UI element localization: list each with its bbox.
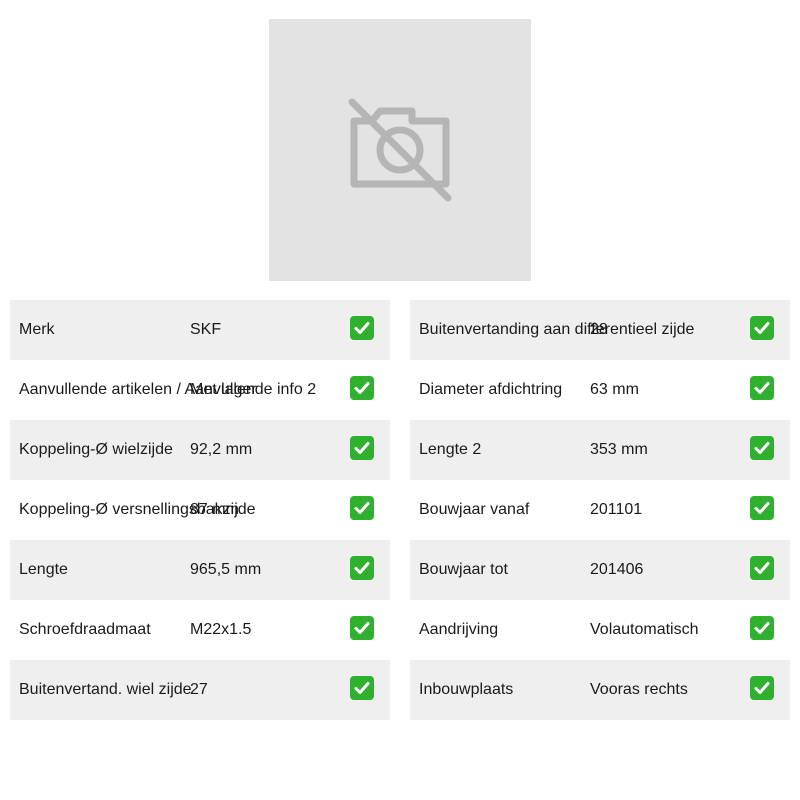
spec-label: Diameter afdichtring — [419, 381, 563, 398]
spec-label: Inbouwplaats — [419, 681, 514, 698]
spec-label: Bouwjaar vanaf — [419, 501, 530, 518]
spec-value: 201101 — [590, 501, 643, 518]
check-icon — [750, 556, 774, 580]
spec-table-left: Merk SKF Aanvullende artikelen / Aanvull… — [10, 300, 390, 720]
check-icon — [350, 616, 374, 640]
check-icon — [750, 376, 774, 400]
product-spec-page: Merk SKF Aanvullende artikelen / Aanvull… — [0, 0, 800, 800]
spec-value: 353 mm — [590, 441, 648, 458]
spec-label: Buitenvertand. wiel zijde — [19, 681, 192, 698]
check-icon — [750, 316, 774, 340]
spec-value: Volautomatisch — [590, 621, 699, 638]
spec-value: Met lager — [190, 381, 257, 398]
spec-row: Buitenvertanding aan differentieel zijde… — [410, 300, 790, 360]
spec-row: Buitenvertand. wiel zijde 27 — [10, 660, 390, 720]
spec-value: 92,2 mm — [190, 441, 253, 458]
spec-row: Koppeling-Ø versnellingsbakzijde 87 mm — [10, 480, 390, 540]
spec-row: Schroefdraadmaat M22x1.5 — [10, 600, 390, 660]
check-icon — [350, 676, 374, 700]
spec-label: Bouwjaar tot — [419, 561, 508, 578]
spec-row: Merk SKF — [10, 300, 390, 360]
spec-row: Lengte 2 353 mm — [410, 420, 790, 480]
spec-value: 965,5 mm — [190, 561, 262, 578]
spec-table-right: Buitenvertanding aan differentieel zijde… — [410, 300, 790, 720]
check-icon — [350, 376, 374, 400]
spec-label: Merk — [19, 321, 55, 338]
spec-row: Inbouwplaats Vooras rechts — [410, 660, 790, 720]
spec-label: Koppeling-Ø wielzijde — [19, 441, 173, 458]
check-icon — [750, 436, 774, 460]
spec-label: Lengte — [19, 561, 68, 578]
spec-row: Bouwjaar vanaf 201101 — [410, 480, 790, 540]
spec-value: 27 — [190, 681, 208, 698]
check-icon — [750, 616, 774, 640]
check-icon — [750, 676, 774, 700]
spec-value: 87 mm — [190, 501, 239, 518]
spec-row: Aanvullende artikelen / Aanvullende info… — [10, 360, 390, 420]
spec-label: Lengte 2 — [419, 441, 482, 458]
check-icon — [350, 496, 374, 520]
check-icon — [750, 496, 774, 520]
spec-row: Lengte 965,5 mm — [10, 540, 390, 600]
spec-label: Aandrijving — [419, 621, 499, 638]
spec-label: Schroefdraadmaat — [19, 621, 151, 638]
no-photo-icon — [348, 98, 452, 202]
spec-row: Aandrijving Volautomatisch — [410, 600, 790, 660]
check-icon — [350, 556, 374, 580]
spec-value: SKF — [190, 321, 222, 338]
spec-label: Aanvullende artikelen / Aanvullende info… — [19, 381, 317, 398]
spec-value: Vooras rechts — [590, 681, 688, 698]
spec-row: Diameter afdichtring 63 mm — [410, 360, 790, 420]
product-image-placeholder — [269, 19, 531, 281]
check-icon — [350, 316, 374, 340]
spec-value: 28 — [590, 321, 608, 338]
spec-row: Koppeling-Ø wielzijde 92,2 mm — [10, 420, 390, 480]
spec-row: Bouwjaar tot 201406 — [410, 540, 790, 600]
spec-label: Buitenvertanding aan differentieel zijde — [419, 321, 695, 338]
spec-value: 63 mm — [590, 381, 639, 398]
spec-value: M22x1.5 — [190, 621, 252, 638]
spec-value: 201406 — [590, 561, 644, 578]
check-icon — [350, 436, 374, 460]
